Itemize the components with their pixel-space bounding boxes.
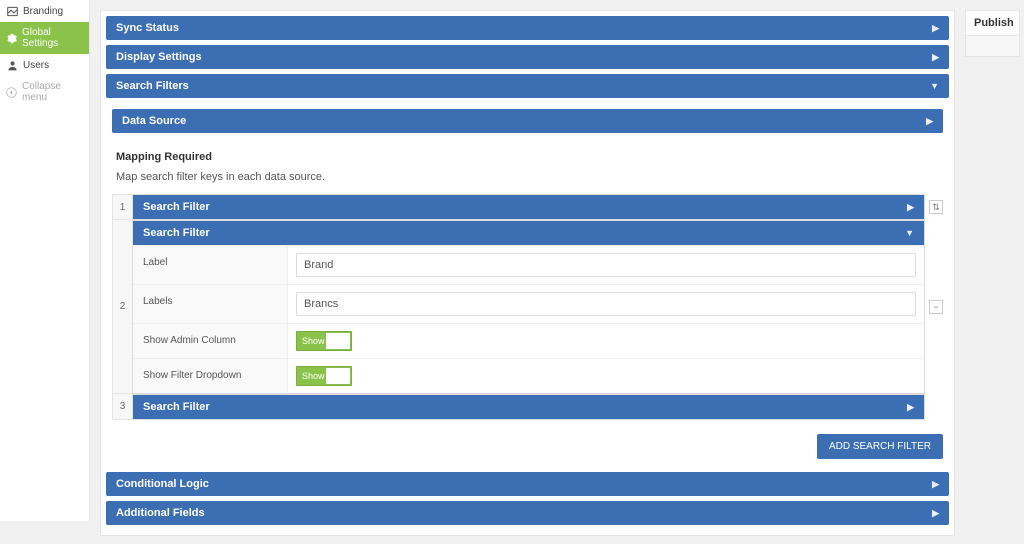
sidebar-label: Collapse menu [22,81,83,103]
filter-block-2: 2 Search Filter ▼ Label Labels [112,220,943,394]
filter-title: Search Filter [143,201,210,213]
toggle-knob [326,368,350,384]
sidebar-item-collapse[interactable]: Collapse menu [0,76,89,108]
field-key: Show Filter Dropdown [133,359,288,393]
publish-body [966,36,1019,56]
chevron-right-icon: ▶ [932,479,939,490]
reorder-icon[interactable]: ⇅ [929,200,943,214]
remove-icon[interactable]: − [929,300,943,314]
search-filters-content: Data Source ▶ Mapping Required Map searc… [106,103,949,467]
mapping-title: Mapping Required [116,151,939,163]
toggle-knob [326,333,350,349]
mapping-section: Mapping Required Map search filter keys … [106,139,949,188]
filter-number: 3 [112,394,132,420]
sidebar-label: Branding [23,6,63,17]
field-key: Label [133,246,288,284]
toggle-label: Show [302,371,325,381]
filter-dropdown-toggle[interactable]: Show [296,366,352,386]
field-label-row: Label [133,245,924,284]
publish-title: Publish [966,11,1019,36]
panel-title: Additional Fields [116,507,205,519]
label-input[interactable] [296,253,916,277]
filter-title: Search Filter [143,401,210,413]
gear-icon [6,32,17,44]
sidebar-label: Global Settings [22,27,83,49]
panel-title: Data Source [122,115,186,127]
filter-header-2[interactable]: Search Filter ▼ [133,221,924,245]
filter-title: Search Filter [143,227,210,239]
filter-number: 1 [112,194,132,220]
filter-number: 2 [112,220,132,394]
panel-title: Display Settings [116,51,202,63]
panel-additional-fields[interactable]: Additional Fields ▶ [106,501,949,525]
field-key: Labels [133,285,288,323]
publish-metabox: Publish [965,10,1020,57]
chevron-right-icon: ▶ [907,202,914,213]
sidebar-item-branding[interactable]: Branding [0,0,89,22]
chevron-left-icon [6,86,17,98]
panel-display-settings[interactable]: Display Settings ▶ [106,45,949,69]
chevron-right-icon: ▶ [926,116,933,127]
panel-title: Search Filters [116,80,189,92]
filter-header-1[interactable]: Search Filter ▶ [133,195,924,219]
chevron-right-icon: ▶ [932,52,939,63]
chevron-right-icon: ▶ [932,508,939,519]
sidebar-item-users[interactable]: Users [0,54,89,76]
panel-title: Sync Status [116,22,179,34]
field-labels-row: Labels [133,284,924,323]
settings-box: Sync Status ▶ Display Settings ▶ Search … [100,10,955,536]
filter-header-3[interactable]: Search Filter ▶ [133,395,924,419]
admin-column-toggle[interactable]: Show [296,331,352,351]
panel-sync-status[interactable]: Sync Status ▶ [106,16,949,40]
field-admin-row: Show Admin Column Show [133,323,924,358]
toggle-label: Show [302,336,325,346]
panel-data-source[interactable]: Data Source ▶ [112,109,943,133]
filter-block-3: 3 Search Filter ▶ [112,394,943,420]
user-icon [6,59,18,71]
field-dropdown-row: Show Filter Dropdown Show [133,358,924,393]
panel-title: Conditional Logic [116,478,209,490]
add-search-filter-button[interactable]: ADD SEARCH FILTER [817,434,943,459]
main-content: Sync Status ▶ Display Settings ▶ Search … [100,10,955,544]
panel-conditional-logic[interactable]: Conditional Logic ▶ [106,472,949,496]
admin-sidebar: Branding Global Settings Users Collapse … [0,0,90,521]
field-key: Show Admin Column [133,324,288,358]
sidebar-label: Users [23,60,49,71]
panel-search-filters[interactable]: Search Filters ▼ [106,74,949,98]
add-filter-row: ADD SEARCH FILTER [106,426,949,467]
chevron-down-icon: ▼ [905,228,914,238]
chevron-down-icon: ▼ [930,81,939,91]
sidebar-item-global-settings[interactable]: Global Settings [0,22,89,54]
mapping-description: Map search filter keys in each data sour… [116,171,939,183]
chevron-right-icon: ▶ [907,402,914,413]
filter-block-1: 1 Search Filter ▶ ⇅ [112,194,943,220]
image-icon [6,5,18,17]
chevron-right-icon: ▶ [932,23,939,34]
labels-input[interactable] [296,292,916,316]
